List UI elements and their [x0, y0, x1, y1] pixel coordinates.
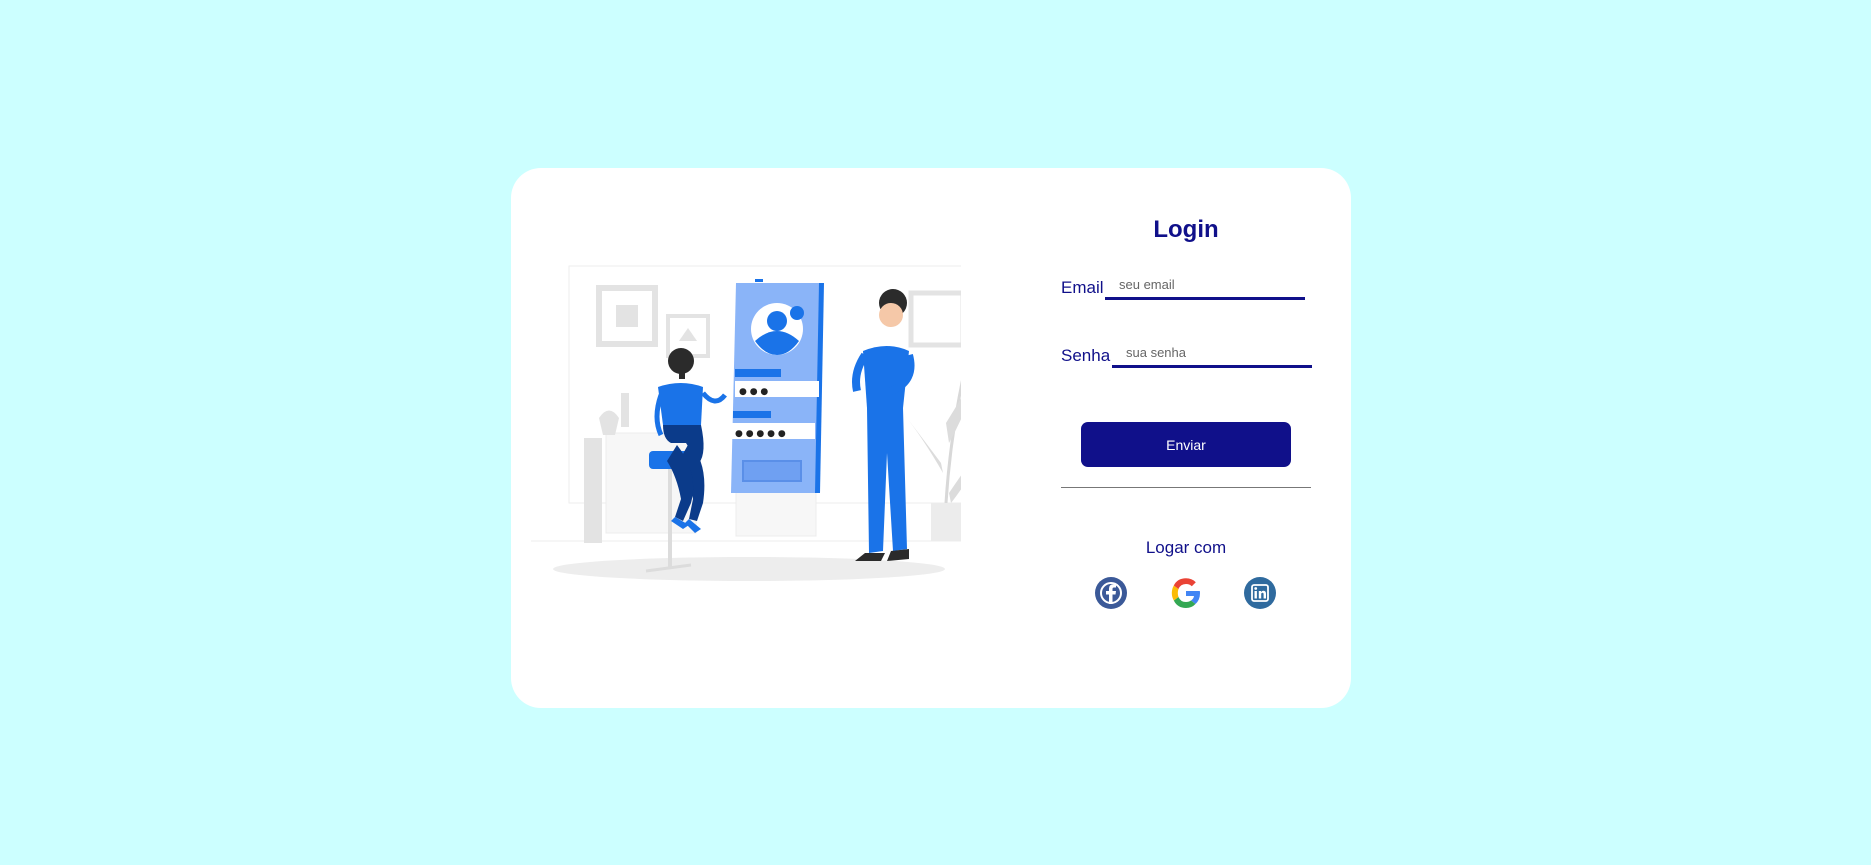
submit-button[interactable]: Enviar — [1081, 422, 1291, 467]
pin-dots-1: ● ● ● — [739, 387, 768, 397]
divider — [1061, 487, 1311, 488]
login-illustration: ● ● ● ● ● ● ● ● — [531, 265, 961, 581]
password-label: Senha — [1061, 346, 1111, 365]
login-title: Login — [1153, 216, 1219, 243]
email-input[interactable] — [1105, 272, 1305, 300]
email-label: Email — [1061, 278, 1104, 297]
login-form: Login Email Senha Enviar Logar com — [1061, 168, 1312, 708]
login-card: ● ● ● ● ● ● ● ● Login Email Senha — [511, 168, 1351, 708]
pin-dots-2: ● ● ● ● ● — [735, 429, 786, 439]
facebook-icon[interactable] — [1095, 577, 1127, 609]
social-login-heading: Logar com — [1145, 538, 1227, 557]
google-icon[interactable] — [1170, 577, 1202, 609]
linkedin-icon[interactable] — [1244, 577, 1276, 609]
password-input[interactable] — [1112, 340, 1312, 368]
